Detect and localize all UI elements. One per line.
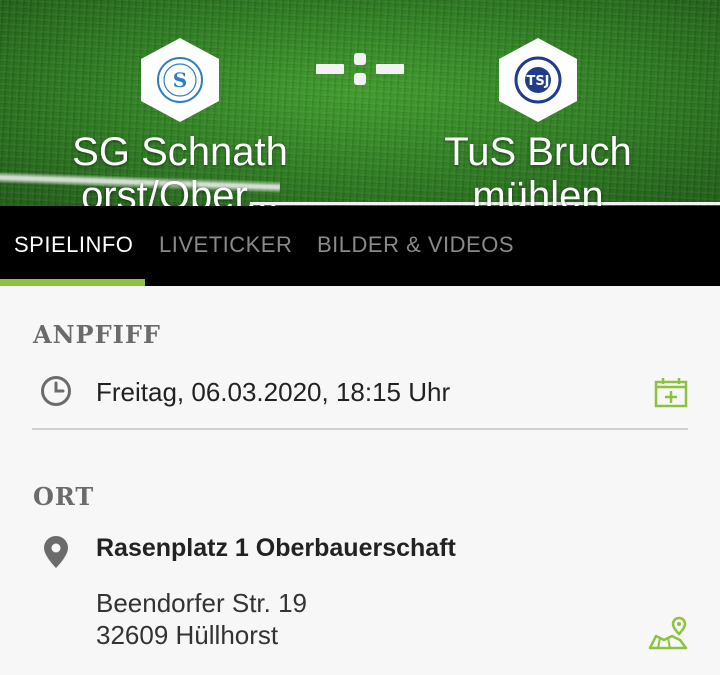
location-heading: ORT — [33, 482, 95, 511]
kickoff-datetime: Freitag, 06.03.2020, 18:15 Uhr — [96, 377, 451, 407]
kickoff-heading: ANPFIFF — [33, 320, 161, 349]
home-team-name-line2: orst/Ober... — [81, 174, 279, 206]
venue-city: 32609 Hüllhorst — [96, 620, 279, 650]
match-header: S SG Schnath orst/Ober... TSJ TuS Bruch … — [0, 0, 720, 206]
home-team-logo: S — [141, 38, 219, 122]
svg-text:TSJ: TSJ — [526, 74, 549, 89]
score-dash — [316, 64, 344, 74]
guest-team[interactable]: TSJ TuS Bruch mühlen — [388, 38, 688, 206]
tab-bar: SPIELINFO LIVETICKER BILDER & VIDEOS — [0, 206, 720, 286]
tab-liveticker[interactable]: LIVETICKER — [159, 232, 292, 258]
match-info-content: ANPFIFF Freitag, 06.03.2020, 18:15 Uhr O… — [0, 286, 720, 675]
svg-text:S: S — [173, 68, 187, 92]
tab-spielinfo[interactable]: SPIELINFO — [14, 232, 133, 258]
home-team-name-line1: SG Schnath — [72, 130, 288, 174]
venue-street: Beendorfer Str. 19 — [96, 588, 308, 618]
tab-bilder-videos[interactable]: BILDER & VIDEOS — [317, 232, 514, 258]
section-divider — [32, 428, 688, 430]
guest-team-logo: TSJ — [499, 38, 577, 122]
calendar-add-icon[interactable] — [654, 376, 688, 413]
active-tab-indicator — [0, 279, 145, 286]
guest-team-name-line1: TuS Bruch — [444, 130, 632, 174]
home-team[interactable]: S SG Schnath orst/Ober... — [30, 38, 330, 206]
venue-name: Rasenplatz 1 Oberbauerschaft — [96, 534, 456, 562]
home-team-name: SG Schnath orst/Ober... — [30, 130, 330, 206]
location-pin-icon — [43, 535, 69, 574]
map-icon[interactable] — [648, 616, 688, 657]
guest-team-name: TuS Bruch mühlen — [388, 130, 688, 206]
score-colon — [354, 53, 366, 85]
guest-team-name-line2: mühlen — [472, 174, 604, 206]
clock-icon — [40, 375, 72, 412]
